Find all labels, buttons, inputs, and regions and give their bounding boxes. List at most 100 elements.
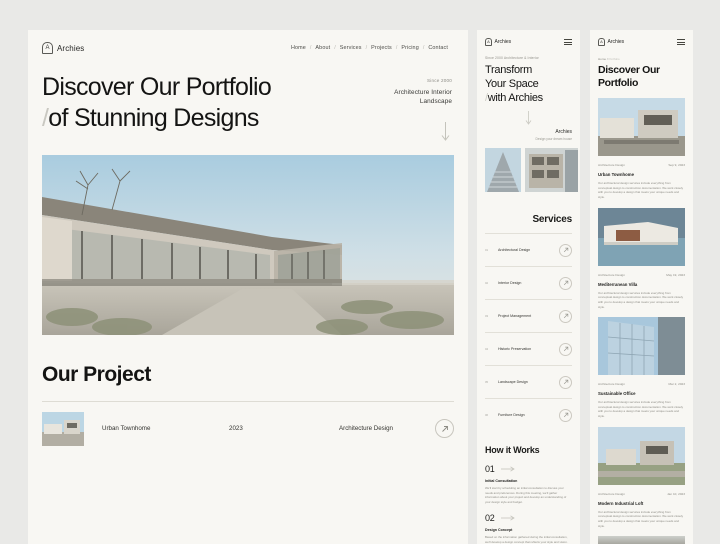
arrow-down-icon[interactable] <box>438 121 452 141</box>
nav-separator: / <box>334 45 336 51</box>
hero-image-stairway <box>485 148 521 193</box>
hero-title-line-3: with Archies <box>487 91 543 104</box>
breadcrumb-current: Portfolio <box>608 57 620 61</box>
project-open-button[interactable] <box>435 419 454 439</box>
tag-line-1: Architecture Interior <box>394 89 452 96</box>
nav-separator: / <box>395 45 398 51</box>
arrow-up-right-icon <box>563 281 568 286</box>
arrow-up-right-icon <box>563 347 568 352</box>
phone-header: A Archies <box>590 30 693 46</box>
archies-logo-icon: A <box>42 42 53 54</box>
service-number: 01 <box>485 248 489 253</box>
project-category: Architecture Design <box>339 425 393 433</box>
card-image <box>598 426 685 485</box>
nav-item-services[interactable]: Services <box>340 45 362 51</box>
card-image <box>598 317 685 376</box>
hero-image-facade <box>525 148 578 193</box>
service-number: 02 <box>485 281 489 286</box>
step-description: Based on the information gathered during… <box>485 535 568 544</box>
brand-name: Archies <box>607 39 625 45</box>
page-title: Discover Our Portfolio /of Stunning Desi… <box>42 72 272 141</box>
nav-item-projects[interactable]: Projects <box>371 45 392 51</box>
card-category: Architecture Design <box>598 272 625 277</box>
nav-item-pricing[interactable]: Pricing <box>401 45 419 51</box>
step-number: 02 <box>485 513 495 524</box>
card-meta: Architecture Design Mar 2, 2023 <box>598 382 685 386</box>
hero-title: Transform Your Space /with Archies <box>477 60 580 105</box>
card-image <box>598 207 685 266</box>
table-row[interactable]: Urban Townhome 2023 Architecture Design <box>28 402 468 446</box>
hero-title-line-2: Your Space <box>485 77 539 90</box>
nav-item-home[interactable]: Home <box>291 45 306 51</box>
service-name: Furniture Design <box>498 413 525 418</box>
portfolio-card-partial[interactable] <box>590 528 693 544</box>
arrow-right-icon <box>500 466 515 472</box>
card-category: Architecture Design <box>598 491 625 496</box>
card-date: Sep 9, 2023 <box>668 163 685 168</box>
service-open-button[interactable] <box>559 243 572 257</box>
card-meta: Architecture Design May 19, 2023 <box>598 273 685 277</box>
how-step: 01 Initial Consultation We'll start by s… <box>477 455 580 504</box>
main-navigation: Home / About / Services / Projects / Pri… <box>291 45 452 51</box>
project-year: 2023 <box>229 425 243 433</box>
nav-item-about[interactable]: About <box>315 45 330 51</box>
arrow-up-right-icon <box>441 425 448 432</box>
desktop-mockup: A Archies Home / About / Services / Proj… <box>28 30 468 544</box>
card-description: Our architectural design services includ… <box>598 400 684 419</box>
title-line-1: Discover Our <box>598 64 660 76</box>
list-item[interactable]: 04 Historic Preservation <box>485 332 572 365</box>
step-number: 01 <box>485 464 495 475</box>
list-item[interactable]: 01 Architectural Design <box>485 233 572 266</box>
card-description: Our architectural design services includ… <box>598 181 684 199</box>
brand-name: Archies <box>494 39 512 45</box>
card-date: May 19, 2023 <box>666 272 685 277</box>
service-open-button[interactable] <box>559 408 572 422</box>
screenshot-stage: A Archies Home / About / Services / Proj… <box>0 0 720 544</box>
how-it-works-heading: How it Works <box>485 445 540 456</box>
brand-name: Archies <box>57 43 85 53</box>
list-item[interactable]: 06 Furniture Design <box>485 398 572 431</box>
how-step: 02 Design Concept Based on the informati… <box>477 504 580 544</box>
service-name: Architectural Design <box>498 248 531 253</box>
hamburger-menu-icon[interactable] <box>564 39 572 45</box>
card-image <box>598 536 685 544</box>
page-title: Discover Our Portfolio <box>590 61 693 90</box>
card-meta: Architecture Design Jan 10, 2023 <box>598 492 685 496</box>
list-item[interactable]: 02 Interior Design <box>485 266 572 299</box>
service-open-button[interactable] <box>559 342 572 356</box>
hero-title-line-1: Discover Our Portfolio <box>42 73 272 101</box>
step-header: 01 <box>485 464 572 474</box>
service-open-button[interactable] <box>559 276 572 290</box>
services-heading: Services <box>532 214 572 226</box>
brand-logo[interactable]: A Archies <box>485 38 511 46</box>
archies-logo-icon: A <box>598 38 605 46</box>
portfolio-card[interactable]: Architecture Design Sep 9, 2023 Urban To… <box>590 90 693 200</box>
title-line-2: Portfolio <box>598 77 639 90</box>
nav-separator: / <box>422 45 425 51</box>
projects-heading: Our Project <box>42 362 151 386</box>
service-open-button[interactable] <box>559 375 572 389</box>
desktop-header: A Archies Home / About / Services / Proj… <box>28 30 468 54</box>
card-title: Urban Townhome <box>598 172 634 178</box>
arrow-down-icon[interactable] <box>477 105 580 125</box>
hero-eyebrow: Since 2000 Architecture & Interior <box>485 56 539 60</box>
hamburger-menu-icon[interactable] <box>677 39 685 45</box>
portfolio-card[interactable]: Architecture Design Jan 10, 2023 Modern … <box>590 419 693 529</box>
service-number: 05 <box>485 380 489 385</box>
brand-logo[interactable]: A Archies <box>42 42 84 54</box>
service-open-button[interactable] <box>559 309 572 323</box>
list-item[interactable]: 03 Project Management <box>485 299 572 332</box>
discipline-tags: Architecture Interior Landscape <box>394 88 452 107</box>
list-item[interactable]: 05 Landscape Design <box>485 365 572 398</box>
portfolio-card[interactable]: Architecture Design Mar 2, 2023 Sustaina… <box>590 309 693 419</box>
card-title: Modern Industrial Loft <box>598 500 644 506</box>
nav-separator: / <box>309 45 312 51</box>
phone-mockup-home: A Archies Since 2000 Architecture & Inte… <box>477 30 580 544</box>
portfolio-card[interactable]: Architecture Design May 19, 2023 Mediter… <box>590 200 693 310</box>
breadcrumb: Home / Portfolio <box>590 46 693 61</box>
breadcrumb-home[interactable]: Home <box>598 57 606 61</box>
phone-header: A Archies <box>477 30 580 46</box>
card-meta: Architecture Design Sep 9, 2023 <box>598 163 685 167</box>
nav-item-contact[interactable]: Contact <box>428 45 448 51</box>
brand-logo[interactable]: A Archies <box>598 38 624 46</box>
